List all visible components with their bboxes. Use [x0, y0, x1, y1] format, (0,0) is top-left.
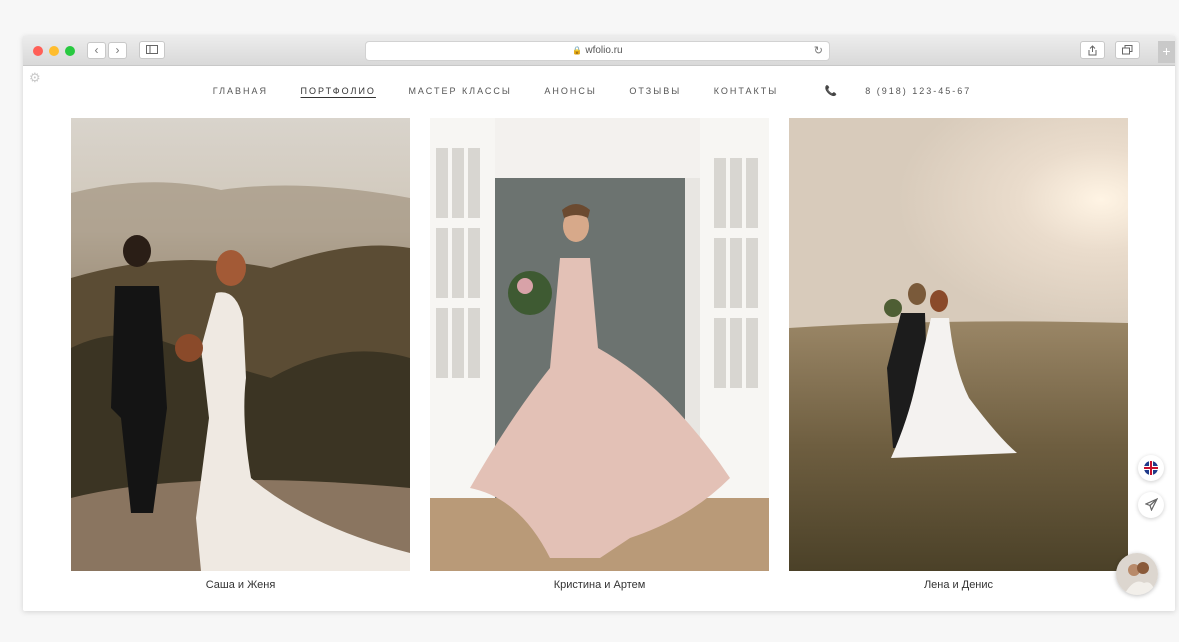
- share-icon: [1088, 45, 1097, 56]
- maximize-window-button[interactable]: [65, 46, 75, 56]
- phone-number: 8 (918) 123-45-67: [865, 86, 972, 96]
- chevron-right-icon: ›: [115, 43, 120, 57]
- reload-icon[interactable]: ↻: [814, 42, 823, 60]
- couple-field-photo: [789, 118, 1128, 571]
- language-switch-button[interactable]: [1138, 455, 1164, 481]
- lock-icon: 🔒: [572, 46, 583, 55]
- back-button[interactable]: ‹: [87, 42, 106, 59]
- gallery-photo-1[interactable]: [71, 118, 410, 571]
- browser-window: ‹ › 🔒 wfolio.ru ↻ + ⚙ ГЛАВНАЯ ПОРТФОЛИО М…: [23, 36, 1175, 611]
- phone-icon: 📞: [824, 86, 838, 97]
- minimize-window-button[interactable]: [49, 46, 59, 56]
- plus-icon: +: [1162, 43, 1171, 59]
- tabs-button[interactable]: [1115, 41, 1140, 59]
- share-button[interactable]: [1080, 41, 1105, 59]
- avatar-photo: [1116, 553, 1158, 595]
- uk-flag-icon: [1144, 461, 1158, 475]
- bride-doorway-photo: [430, 118, 769, 571]
- nav-item-home[interactable]: ГЛАВНАЯ: [213, 86, 268, 96]
- main-navigation: ГЛАВНАЯ ПОРТФОЛИО МАСТЕР КЛАССЫ АНОНСЫ О…: [23, 86, 1175, 100]
- nav-item-announcements[interactable]: АНОНСЫ: [544, 86, 596, 96]
- paper-plane-icon: [1143, 497, 1158, 512]
- chevron-left-icon: ‹: [94, 43, 99, 57]
- address-bar[interactable]: 🔒 wfolio.ru ↻: [365, 41, 830, 61]
- phone-link[interactable]: 📞 8 (918) 123-45-67: [811, 86, 986, 97]
- nav-item-contacts[interactable]: КОНТАКТЫ: [714, 86, 779, 96]
- url-text: wfolio.ru: [585, 45, 623, 56]
- chat-avatar[interactable]: [1116, 553, 1158, 595]
- couple-mountain-photo: [71, 118, 410, 571]
- gallery-photo-2[interactable]: [430, 118, 769, 571]
- sidebar-icon: [146, 45, 158, 54]
- settings-gear-icon[interactable]: ⚙: [29, 70, 41, 86]
- forward-button[interactable]: ›: [108, 42, 127, 59]
- nav-item-reviews[interactable]: ОТЗЫВЫ: [629, 86, 681, 96]
- gallery-photo-3[interactable]: [789, 118, 1128, 571]
- sidebar-toggle-button[interactable]: [139, 41, 165, 59]
- nav-item-portfolio[interactable]: ПОРТФОЛИО: [301, 86, 376, 96]
- browser-toolbar: ‹ › 🔒 wfolio.ru ↻ +: [23, 36, 1175, 66]
- gallery-caption-2[interactable]: Кристина и Артем: [430, 579, 769, 591]
- gallery-caption-3[interactable]: Лена и Денис: [789, 579, 1128, 591]
- close-window-button[interactable]: [33, 46, 43, 56]
- nav-item-master-classes[interactable]: МАСТЕР КЛАССЫ: [408, 86, 511, 96]
- new-tab-button[interactable]: +: [1158, 41, 1175, 63]
- tabs-icon: [1122, 45, 1133, 55]
- gallery-caption-1[interactable]: Саша и Женя: [71, 579, 410, 591]
- send-message-button[interactable]: [1138, 492, 1164, 518]
